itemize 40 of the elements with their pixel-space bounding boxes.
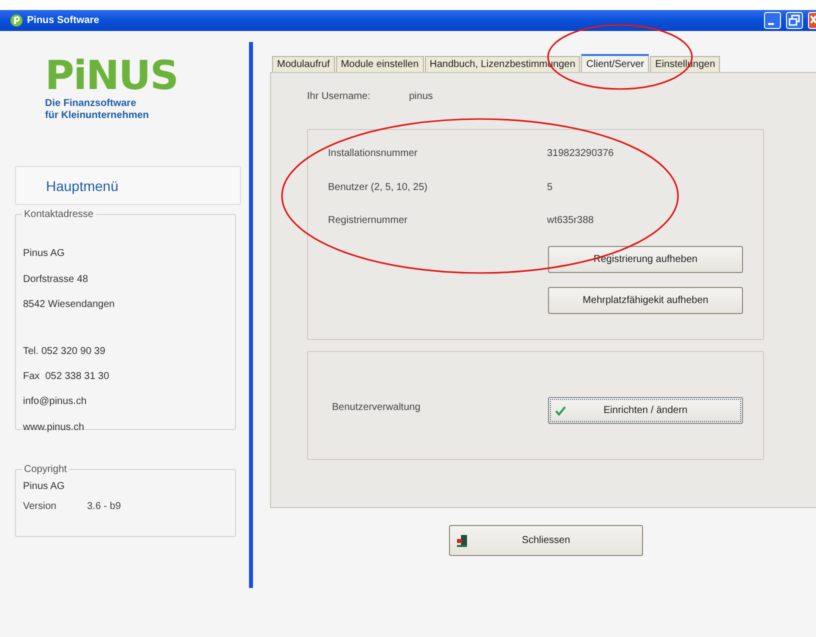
contact-line: www.pinus.ch — [23, 420, 86, 434]
logo-wordmark: PiNUS — [45, 54, 178, 98]
close-icon[interactable] — [808, 12, 816, 29]
version-label: Version — [23, 500, 58, 512]
contact-line: 8542 Wiesendangen — [23, 298, 116, 312]
main-menu-title: Hauptmenü — [46, 178, 118, 194]
close-button[interactable]: Schliessen — [449, 525, 643, 556]
contact-line: Fax 052 338 31 30 — [23, 370, 110, 384]
exit-door-icon — [456, 534, 468, 548]
app-icon — [10, 14, 23, 27]
action-button[interactable]: Mehrplatzfähigekit aufheben — [548, 286, 743, 314]
contact-line: info@pinus.ch — [23, 395, 88, 409]
field-label: Installationsnummer — [328, 148, 418, 161]
tab[interactable]: Module einstellen — [336, 56, 424, 72]
action-button[interactable]: Registrierung aufheben — [548, 246, 743, 272]
contact-line: Tel. 052 320 90 39 — [23, 344, 106, 358]
group-legend: Copyright — [24, 464, 67, 475]
group-legend: Kontaktadresse — [24, 209, 94, 220]
check-icon — [555, 406, 566, 416]
main-menu-panel[interactable]: Hauptmenü — [15, 166, 241, 205]
username-label: Ihr Username: — [307, 91, 372, 102]
logo-tagline: für Kleinunternehmen — [45, 110, 150, 122]
field-label: Benutzer (2, 5, 10, 25) — [328, 182, 429, 194]
version-value: 3.6 - b9 — [87, 500, 121, 512]
window-title: Pinus Software — [27, 15, 100, 26]
logo-tagline: Die Finanzsoftware — [45, 98, 138, 110]
field-value: 5 — [547, 182, 553, 194]
setup-button[interactable]: Einrichten / ändern — [548, 397, 743, 424]
company-name: Pinus AG — [23, 480, 66, 494]
field-value: wt635r388 — [547, 215, 594, 228]
tab[interactable]: Modulaufruf — [272, 56, 335, 72]
restore-icon[interactable] — [786, 12, 803, 29]
field-label: Registriernummer — [328, 215, 408, 228]
user-admin-label: Benutzerverwaltung — [332, 401, 422, 413]
contact-line: Pinus AG — [23, 247, 66, 261]
username-value: pinus — [409, 91, 433, 102]
field-value: 319823290376 — [547, 148, 614, 161]
tab[interactable]: Client/Server — [581, 54, 650, 72]
contact-line: Dorfstrasse 48 — [23, 272, 90, 286]
minimize-icon[interactable] — [764, 12, 781, 29]
